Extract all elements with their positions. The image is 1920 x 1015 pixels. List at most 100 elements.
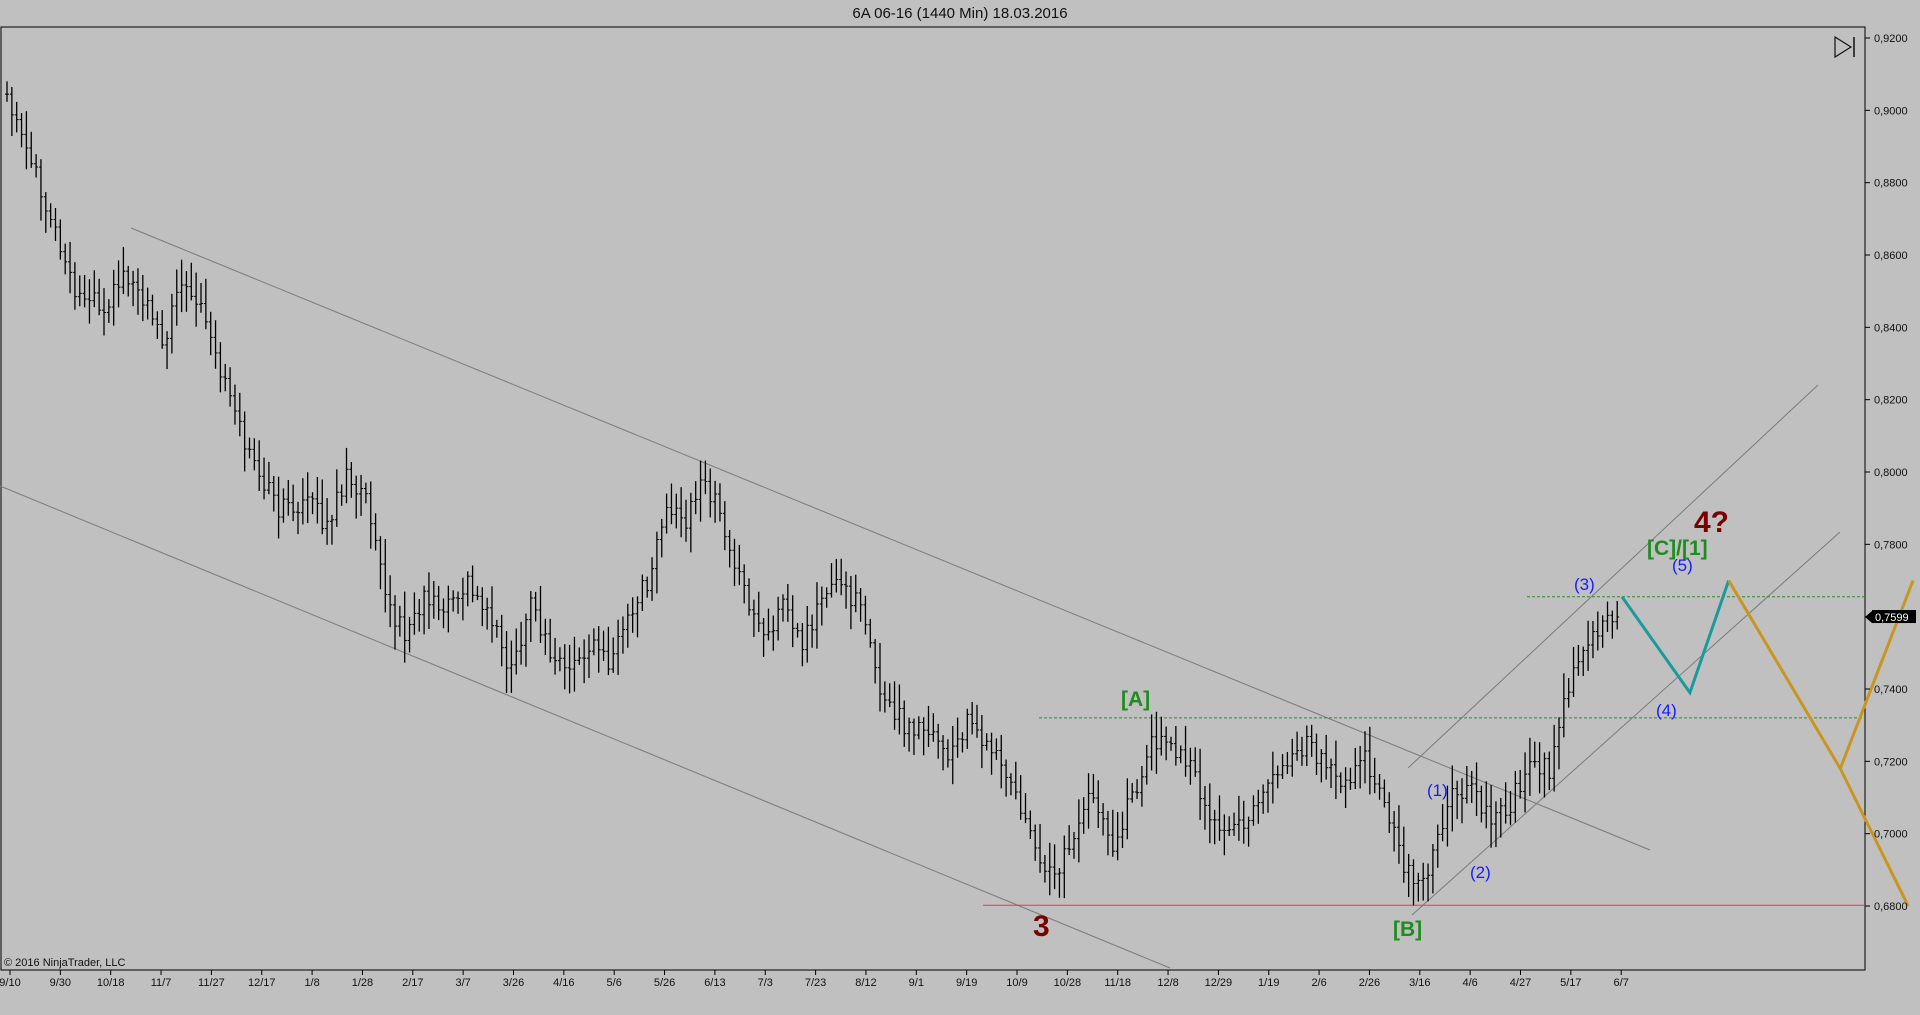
price-bar	[722, 501, 727, 551]
price-bar	[300, 478, 305, 525]
price-bar	[1600, 615, 1605, 648]
x-tick-label: 1/19	[1258, 977, 1279, 989]
price-bar	[451, 590, 456, 612]
price-bar	[650, 557, 655, 601]
x-tick-label: 9/30	[50, 977, 71, 989]
price-bar	[1091, 773, 1096, 804]
price-bar	[800, 622, 805, 667]
price-bar	[785, 583, 790, 622]
price-bar	[1154, 711, 1159, 774]
x-tick-label: 1/28	[352, 977, 373, 989]
price-bar	[1193, 747, 1198, 777]
price-bar	[776, 596, 781, 641]
price-bar	[965, 708, 970, 749]
price-bar	[97, 278, 102, 316]
price-bar	[1610, 610, 1615, 639]
x-tick-label: 11/27	[198, 977, 225, 989]
x-tick-label: 10/28	[1054, 977, 1082, 989]
price-bar	[1561, 673, 1566, 738]
subwave-label-5: (5)	[1672, 556, 1693, 575]
last-price-marker: 0,7599	[1865, 610, 1916, 624]
x-tick-label: 4/27	[1510, 977, 1531, 989]
x-tick-label: 10/18	[97, 977, 125, 989]
price-bar	[979, 714, 984, 769]
price-bar	[1319, 749, 1324, 783]
price-bar	[1076, 799, 1081, 863]
price-bar	[1251, 795, 1256, 826]
x-tick-label: 12/17	[248, 977, 276, 989]
price-bar	[1295, 731, 1300, 761]
price-bar	[1353, 747, 1358, 790]
x-tick-label: 4/6	[1463, 977, 1478, 989]
price-bar	[1615, 601, 1620, 630]
price-bar	[344, 447, 349, 504]
price-bar	[1508, 790, 1513, 826]
play-bar-icon[interactable]	[1834, 35, 1855, 59]
price-bar	[1411, 859, 1416, 906]
price-bar	[1387, 792, 1392, 833]
price-bar	[950, 725, 955, 785]
price-bar	[1532, 741, 1537, 768]
price-bar	[897, 684, 902, 735]
price-bar	[422, 585, 427, 635]
price-bar	[1013, 761, 1018, 800]
price-bar	[1183, 725, 1188, 777]
price-bar	[465, 571, 470, 607]
x-tick-label: 8/12	[855, 977, 876, 989]
price-bar	[1023, 793, 1028, 824]
price-bar	[640, 574, 645, 612]
price-bar	[616, 619, 621, 675]
price-bar	[538, 585, 543, 644]
price-bar	[1028, 810, 1033, 839]
downtrend-lower-line	[0, 485, 1171, 969]
price-bar	[1115, 812, 1120, 861]
price-bar	[1052, 844, 1057, 890]
price-bar	[1396, 805, 1401, 864]
uptrend-upper-line	[1407, 384, 1819, 769]
price-bar	[1605, 601, 1610, 632]
price-bar	[1382, 779, 1387, 808]
price-bar	[1503, 782, 1508, 824]
x-tick-label: 3/16	[1409, 977, 1430, 989]
price-bar	[499, 614, 504, 667]
price-bar	[1178, 745, 1183, 764]
price-bar	[1188, 747, 1193, 785]
price-bar	[305, 472, 310, 524]
price-bar	[873, 639, 878, 684]
price-bar	[907, 717, 912, 752]
price-bar	[38, 159, 43, 221]
x-tick-label: 5/17	[1560, 977, 1581, 989]
price-bar	[1081, 797, 1086, 834]
downtrend-upper-line	[130, 227, 1651, 851]
price-bar	[242, 411, 247, 472]
price-bar	[271, 475, 276, 512]
price-bar	[1343, 767, 1348, 808]
price-bar	[878, 642, 882, 712]
price-bar	[1435, 824, 1440, 868]
price-bar	[630, 597, 635, 633]
price-bar	[1406, 853, 1411, 898]
price-bar	[150, 294, 155, 326]
last-price-label: 0,7599	[1875, 612, 1909, 624]
price-bar	[160, 310, 165, 349]
price-bar	[1057, 868, 1062, 898]
price-bar	[747, 578, 752, 616]
price-bar	[548, 618, 553, 663]
price-bar	[1338, 772, 1343, 794]
price-axis: 0,9200 0,9000 0,8800 0,8600 0,8400 0,8200 0,80…	[1865, 33, 1908, 913]
price-bar	[203, 278, 208, 330]
price-bar	[984, 733, 989, 751]
price-bar	[373, 513, 378, 551]
price-bar	[286, 479, 291, 516]
price-bar	[1086, 773, 1091, 829]
x-tick-label: 2/6	[1311, 977, 1326, 989]
price-bar	[936, 723, 941, 759]
x-tick-label: 3/7	[456, 977, 471, 989]
price-bar	[1202, 785, 1207, 830]
y-tick-label: 0,7400	[1874, 684, 1908, 696]
price-bar	[1304, 725, 1309, 767]
price-bar	[354, 475, 359, 519]
price-bar	[1120, 811, 1125, 849]
price-bar	[116, 260, 121, 308]
price-bar	[77, 275, 82, 307]
